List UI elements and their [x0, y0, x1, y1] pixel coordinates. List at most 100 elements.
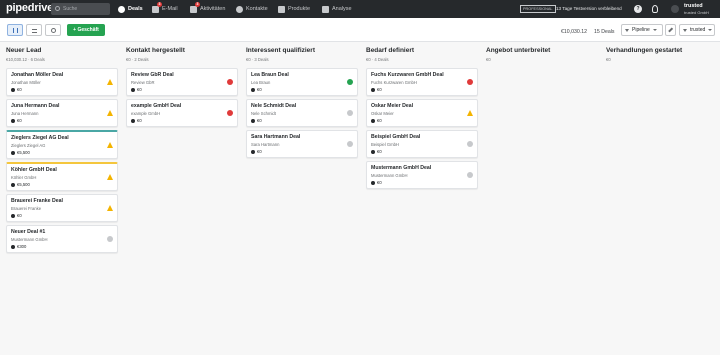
deal-organization: Jonathan Möller [11, 80, 41, 85]
add-deal-button[interactable]: + Geschäft [67, 24, 105, 36]
deal-card[interactable]: Juna Hermann Deal Juna Hermann €0 [6, 99, 118, 127]
owner-icon [131, 87, 135, 92]
owner-icon [11, 213, 15, 218]
stage-summary: €0 · 3 Deals [246, 57, 269, 62]
chevron-down-icon [652, 29, 657, 31]
pipeline-selector[interactable]: Pipeline [621, 24, 663, 36]
no-activity-icon[interactable] [347, 141, 353, 147]
person-icon [236, 5, 243, 13]
nav-insights[interactable]: Analyse [322, 0, 352, 18]
pipeline-selector-label: Pipeline [632, 27, 650, 33]
owner-icon [371, 149, 375, 154]
kanban-view-button[interactable] [7, 24, 23, 36]
deal-card[interactable]: Fuchs Kurzwaren GmbH Deal Fuchs Kurzwaren… [366, 68, 478, 96]
deal-card[interactable]: Mustermann GmbH Deal Mustermann GmbH €0 [366, 161, 478, 189]
stage-column: Interessent qualifiziert €0 · 3 Deals Lea … [246, 42, 364, 158]
deal-value: €0 [137, 87, 142, 92]
nav-email-label: E-Mail [162, 6, 178, 12]
deal-card[interactable]: Zieglers Ziegel AG Deal Zieglers Ziegel A… [6, 130, 118, 159]
no-activity-icon[interactable] [467, 172, 473, 178]
deal-title: Fuchs Kurzwaren GmbH Deal [371, 72, 444, 78]
stage-summary: €10,030.12 · 6 Deals [6, 57, 45, 62]
deal-value-row: €0 [251, 149, 353, 154]
nav-email[interactable]: E-Mail 3 [152, 0, 178, 18]
stage-column: Angebot unterbreitet €0 [486, 42, 604, 65]
deal-organization: Juna Hermann [11, 111, 39, 116]
nav-contacts[interactable]: Kontakte [236, 0, 268, 18]
deal-value-row: €300 [11, 244, 113, 249]
pencil-icon [668, 27, 673, 33]
overdue-activity-icon[interactable] [227, 79, 233, 85]
no-activity-icon[interactable] [107, 236, 113, 242]
warning-icon[interactable] [107, 174, 113, 180]
warning-icon[interactable] [107, 79, 113, 85]
deal-value: €5,500 [17, 182, 30, 187]
deal-card[interactable]: example GmbH Deal example GmbH €0 [126, 99, 238, 127]
overdue-activity-icon[interactable] [467, 79, 473, 85]
user-name[interactable]: trusted [684, 3, 703, 9]
list-view-button[interactable] [26, 24, 42, 36]
lightbulb-icon[interactable] [652, 5, 658, 13]
stage-summary: €0 [606, 57, 611, 62]
deal-value-row: €5,500 [11, 182, 113, 187]
chevron-down-icon [708, 29, 713, 31]
deal-card[interactable]: Köhler GmbH Deal Köhler GmbH €5,500 [6, 162, 118, 191]
deal-value-row: €0 [131, 118, 233, 123]
deal-organization: Beispiel GmbH [371, 142, 399, 147]
overdue-activity-icon[interactable] [227, 110, 233, 116]
no-activity-icon[interactable] [347, 110, 353, 116]
deal-organization: Fuchs Kurzwaren GmbH [371, 80, 417, 85]
warning-icon[interactable] [107, 142, 113, 148]
deal-card[interactable]: Nele Schmidt Deal Nele Schmidt €0 [246, 99, 358, 127]
deal-card[interactable]: Brauerei Franke Deal Brauerei Franke €0 [6, 194, 118, 222]
deal-card[interactable]: Neuer Deal #1 Mustermann GmbH €300 [6, 225, 118, 253]
funnel-icon [683, 28, 687, 32]
forecast-view-button[interactable] [45, 24, 61, 36]
pipeline-total-value: €10,030.12 [561, 29, 587, 35]
help-icon[interactable]: ? [634, 5, 642, 13]
warning-icon[interactable] [467, 110, 473, 116]
deal-value: €0 [377, 149, 382, 154]
owner-icon [11, 87, 15, 92]
funnel-icon [625, 28, 629, 32]
deal-organization: Review GbR [131, 80, 155, 85]
no-activity-icon[interactable] [467, 141, 473, 147]
deal-card[interactable]: Sara Hartmann Deal Sara Hartmann €0 [246, 130, 358, 158]
pipedrive-logo[interactable]: pipedrive [6, 2, 53, 14]
scheduled-activity-icon[interactable] [347, 79, 353, 85]
owner-filter[interactable]: trusted [679, 24, 715, 36]
warning-icon[interactable] [107, 205, 113, 211]
deal-card[interactable]: Review GbR Deal Review GbR €0 [126, 68, 238, 96]
deal-value: €0 [257, 118, 262, 123]
user-company: trusted GmbH [684, 10, 709, 15]
owner-icon [11, 118, 15, 123]
chart-icon [322, 5, 329, 13]
deal-card[interactable]: Jonathan Möller Deal Jonathan Möller €0 [6, 68, 118, 96]
nav-activities[interactable]: Aktivitäten 3 [190, 0, 225, 18]
stage-title: Angebot unterbreitet [486, 47, 551, 54]
warning-icon[interactable] [107, 110, 113, 116]
trial-status[interactable]: 13 Tage Testversion verbleibend [556, 6, 622, 11]
deal-card[interactable]: Lea Braun Deal Lea Braun €0 [246, 68, 358, 96]
nav-deals[interactable]: Deals [118, 0, 143, 18]
deal-card[interactable]: Oskar Meier Deal Oskar Meier €0 [366, 99, 478, 127]
deal-card[interactable]: Beispiel GmbH Deal Beispiel GmbH €0 [366, 130, 478, 158]
top-navigation-bar: pipedrive Suche Deals E-Mail 3 Aktivität… [0, 0, 720, 18]
deal-title: Brauerei Franke Deal [11, 198, 63, 204]
stage-column: Verhandlungen gestartet €0 [606, 42, 720, 65]
deal-title: Mustermann GmbH Deal [371, 165, 432, 171]
deal-value-row: €0 [371, 180, 473, 185]
deal-value: €0 [17, 118, 22, 123]
stage-column: Bedarf definiert €0 · 4 Deals Fuchs Kurzwa… [366, 42, 484, 189]
deal-value: €0 [257, 149, 262, 154]
nav-products[interactable]: Produkte [278, 0, 310, 18]
edit-pipeline-button[interactable] [665, 24, 676, 36]
nav-insights-label: Analyse [332, 6, 352, 12]
stage-title: Kontakt hergestellt [126, 47, 185, 54]
owner-icon [11, 182, 15, 187]
deal-organization: Köhler GmbH [11, 175, 37, 180]
deal-value: €5,500 [17, 150, 30, 155]
avatar[interactable] [671, 5, 679, 13]
owner-icon [251, 87, 255, 92]
deal-value-row: €0 [11, 213, 113, 218]
